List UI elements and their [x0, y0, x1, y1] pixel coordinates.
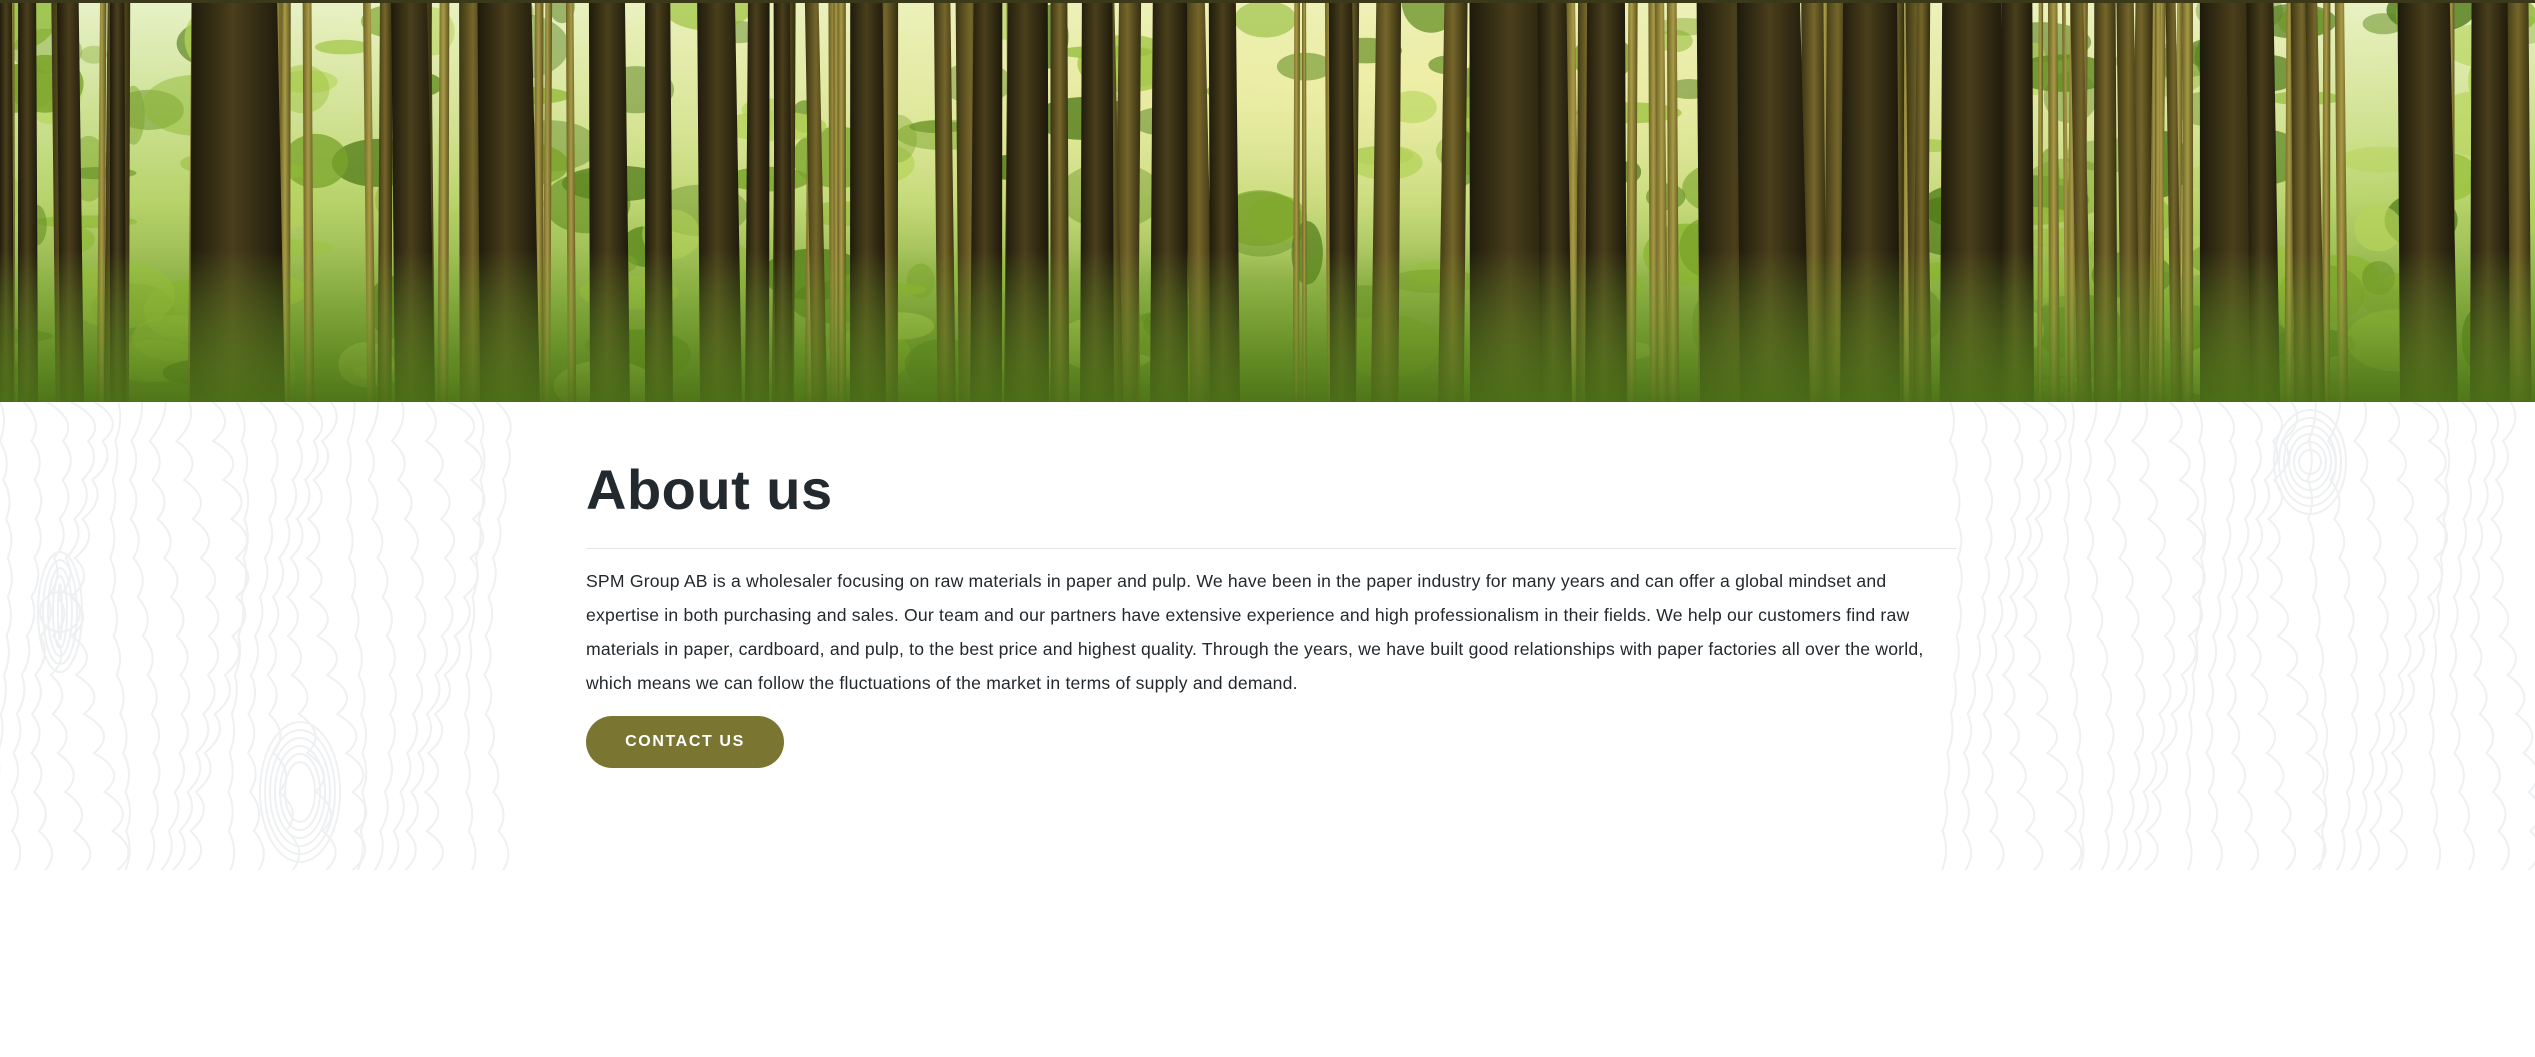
page: About us SPM Group AB is a wholesaler fo… — [0, 0, 2535, 1057]
title-divider — [586, 548, 1956, 549]
forest-banner-image — [0, 0, 2535, 402]
page-title: About us — [586, 458, 833, 521]
hero-top-border — [0, 0, 2535, 3]
forest-illustration — [0, 0, 2535, 402]
contact-us-button[interactable]: CONTACT US — [586, 716, 784, 768]
about-section: About us SPM Group AB is a wholesaler fo… — [0, 402, 2535, 870]
about-description: SPM Group AB is a wholesaler focusing on… — [586, 571, 1924, 693]
